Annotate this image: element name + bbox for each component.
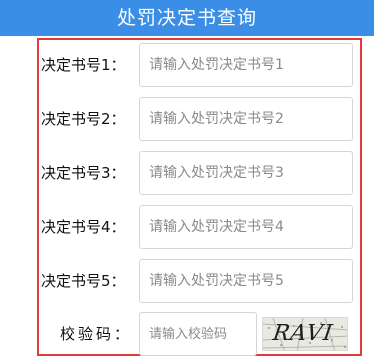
captcha-image[interactable]: RAVI <box>262 317 348 351</box>
form-row-decision-4: 决定书号4： <box>0 205 374 249</box>
decision-number-3-label: 决定书号3： <box>41 164 126 182</box>
form-row-decision-3: 决定书号3： <box>0 151 374 195</box>
form-row-decision-5: 决定书号5： <box>0 259 374 303</box>
captcha-code-text: RAVI <box>271 321 335 346</box>
decision-number-3-input[interactable] <box>139 151 353 195</box>
page-title: 处罚决定书查询 <box>0 0 374 36</box>
captcha-input[interactable] <box>139 312 257 356</box>
decision-number-4-input[interactable] <box>139 205 353 249</box>
form-row-decision-2: 决定书号2： <box>0 97 374 141</box>
decision-number-4-label: 决定书号4： <box>41 218 126 236</box>
decision-number-1-label: 决定书号1： <box>41 56 126 74</box>
decision-number-5-label: 决定书号5： <box>41 272 126 290</box>
form-row-decision-1: 决定书号1： <box>0 43 374 87</box>
captcha-label: 校验码： <box>60 325 133 343</box>
decision-number-5-input[interactable] <box>139 259 353 303</box>
decision-number-2-input[interactable] <box>139 97 353 141</box>
decision-number-1-input[interactable] <box>139 43 353 87</box>
decision-number-2-label: 决定书号2： <box>41 110 126 128</box>
